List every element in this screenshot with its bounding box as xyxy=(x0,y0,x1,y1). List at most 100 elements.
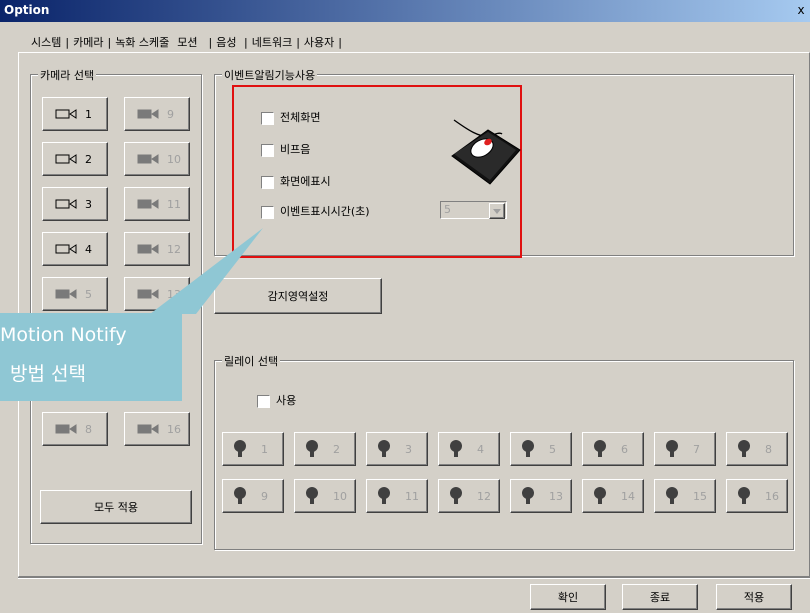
camera-button[interactable]: 10 xyxy=(124,142,190,176)
event-notify-group-label: 이벤트알림기능사용 xyxy=(222,67,318,83)
relay-icon xyxy=(522,440,534,457)
relay-button[interactable]: 12 xyxy=(438,479,500,513)
title-bar xyxy=(0,0,810,22)
camera-icon xyxy=(55,154,77,164)
camera-icon xyxy=(55,424,77,434)
callout-line-1: Motion Notify xyxy=(0,324,127,346)
relay-icon xyxy=(450,487,462,504)
option-beep[interactable]: 비프음 xyxy=(261,141,310,157)
relay-button[interactable]: 3 xyxy=(366,432,428,466)
relay-number: 6 xyxy=(621,442,628,456)
apply-label: 적용 xyxy=(743,591,765,604)
relay-icon xyxy=(594,487,606,504)
relay-button[interactable]: 15 xyxy=(654,479,716,513)
relay-icon xyxy=(306,487,318,504)
callout-line-2: 방법 선택 xyxy=(10,363,86,385)
close-icon[interactable]: x xyxy=(793,2,809,18)
relay-number: 9 xyxy=(261,489,268,503)
camera-button[interactable]: 16 xyxy=(124,412,190,446)
tab-audio[interactable]: 음성 xyxy=(215,34,237,50)
option-fullscreen[interactable]: 전체화면 xyxy=(261,109,320,125)
relay-button[interactable]: 1 xyxy=(222,432,284,466)
relay-number: 12 xyxy=(477,489,491,503)
relay-button[interactable]: 2 xyxy=(294,432,356,466)
checkbox[interactable] xyxy=(261,111,274,125)
relay-number: 15 xyxy=(693,489,707,503)
relay-icon xyxy=(378,487,390,504)
tab-user[interactable]: 사용자 xyxy=(303,34,335,50)
relay-number: 14 xyxy=(621,489,635,503)
relay-icon xyxy=(666,487,678,504)
option-show-on-screen-label: 화면에표시 xyxy=(280,175,331,188)
camera-icon xyxy=(137,199,159,209)
relay-button[interactable]: 6 xyxy=(582,432,644,466)
relay-button[interactable]: 5 xyxy=(510,432,572,466)
duration-select[interactable]: 5 xyxy=(440,201,507,219)
tab-camera[interactable]: 카메라 xyxy=(72,34,104,50)
relay-number: 7 xyxy=(693,442,700,456)
apply-all-button[interactable]: 모두 적용 xyxy=(40,490,192,524)
relay-number: 13 xyxy=(549,489,563,503)
relay-button[interactable]: 4 xyxy=(438,432,500,466)
camera-icon xyxy=(137,109,159,119)
camera-number: 8 xyxy=(85,422,92,436)
relay-button[interactable]: 10 xyxy=(294,479,356,513)
apply-all-label: 모두 적용 xyxy=(94,501,138,514)
tab-network[interactable]: 네트워크 xyxy=(251,34,293,50)
tab-motion[interactable]: 모션 xyxy=(176,34,199,50)
checkbox[interactable] xyxy=(261,143,274,157)
duration-value: 5 xyxy=(444,203,451,216)
relay-number: 1 xyxy=(261,442,268,456)
relay-button[interactable]: 7 xyxy=(654,432,716,466)
relay-icon xyxy=(738,487,750,504)
close-button[interactable]: 종료 xyxy=(622,584,698,610)
apply-button[interactable]: 적용 xyxy=(716,584,792,610)
relay-button[interactable]: 9 xyxy=(222,479,284,513)
camera-button[interactable]: 9 xyxy=(124,97,190,131)
relay-icon xyxy=(738,440,750,457)
camera-button[interactable]: 1 xyxy=(42,97,108,131)
relay-number: 5 xyxy=(549,442,556,456)
relay-icon xyxy=(234,487,246,504)
relay-icon xyxy=(450,440,462,457)
tab-record-schedule[interactable]: 녹화 스케줄 xyxy=(114,34,170,50)
relay-icon xyxy=(522,487,534,504)
relay-button[interactable]: 8 xyxy=(726,432,788,466)
checkbox[interactable] xyxy=(261,175,274,189)
relay-icon xyxy=(234,440,246,457)
relay-icon xyxy=(666,440,678,457)
camera-number: 16 xyxy=(167,422,181,436)
relay-icon xyxy=(594,440,606,457)
relay-number: 11 xyxy=(405,489,419,503)
camera-number: 10 xyxy=(167,152,181,166)
camera-number: 11 xyxy=(167,197,181,211)
camera-button[interactable]: 2 xyxy=(42,142,108,176)
window-title: Option xyxy=(4,3,50,17)
relay-button[interactable]: 16 xyxy=(726,479,788,513)
tab-system[interactable]: 시스템 xyxy=(30,34,62,50)
tab-bar: 시스템 | 카메라 | 녹화 스케줄 모션 | 음성 | 네트워크 | 사용자 | xyxy=(30,34,342,50)
camera-button[interactable]: 8 xyxy=(42,412,108,446)
camera-icon xyxy=(137,154,159,164)
relay-number: 16 xyxy=(765,489,779,503)
option-show-on-screen[interactable]: 화면에표시 xyxy=(261,173,331,189)
option-beep-label: 비프음 xyxy=(280,143,311,156)
relay-number: 10 xyxy=(333,489,347,503)
footer-divider xyxy=(18,577,810,579)
camera-icon xyxy=(137,424,159,434)
relay-button[interactable]: 13 xyxy=(510,479,572,513)
option-fullscreen-label: 전체화면 xyxy=(280,111,321,124)
ok-label: 확인 xyxy=(557,591,579,604)
ok-button[interactable]: 확인 xyxy=(530,584,606,610)
camera-number: 2 xyxy=(85,152,92,166)
relay-number: 8 xyxy=(765,442,772,456)
camera-number: 3 xyxy=(85,197,92,211)
close-label: 종료 xyxy=(649,591,671,604)
camera-number: 9 xyxy=(167,107,174,121)
chevron-down-icon[interactable] xyxy=(489,203,505,219)
relay-number: 2 xyxy=(333,442,340,456)
relay-number: 4 xyxy=(477,442,484,456)
relay-button[interactable]: 11 xyxy=(366,479,428,513)
relay-button[interactable]: 14 xyxy=(582,479,644,513)
camera-icon xyxy=(55,199,77,209)
